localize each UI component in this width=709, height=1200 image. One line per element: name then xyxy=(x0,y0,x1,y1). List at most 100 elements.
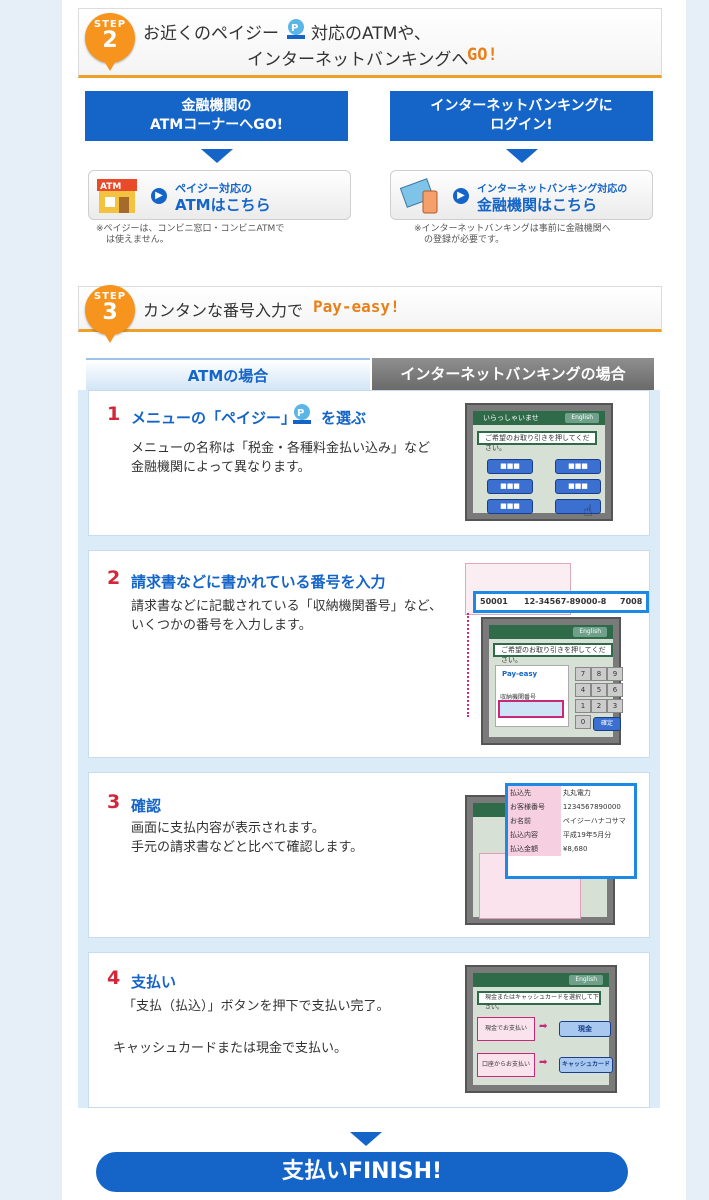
confirm-value: ペイジーハナコサマ xyxy=(562,817,626,825)
step-desc-line: 請求書などに記載されている「収納機関番号」など、 xyxy=(131,599,442,614)
confirm-value: 丸丸電力 xyxy=(562,789,591,797)
confirm-key: 払込内容 xyxy=(508,828,561,842)
step-title: 確認 xyxy=(131,797,162,815)
svg-text:P: P xyxy=(297,408,304,419)
step3-header: STEP 3 カンタンな番号入力で Pay-easy! xyxy=(78,285,662,343)
card-notch xyxy=(350,536,370,546)
screen-message: ご希望のお取り引きを押してください。 xyxy=(477,431,597,452)
payeasy-logo-icon: P xyxy=(291,403,313,425)
finish-banner: 支払いFINISH! xyxy=(96,1152,628,1192)
dotted-connector xyxy=(467,613,469,717)
step2-badge: STEP 2 xyxy=(85,13,135,71)
number-strip-b: 12-34567-89000-8 xyxy=(524,597,607,606)
keypad-key: 8 xyxy=(591,667,607,681)
ib-note-line1: ※インターネットバンキングは事前に金融機関へ xyxy=(414,224,611,234)
steps-panel: 1 メニューの「ペイジー」 P を選ぶ メニューの名称は「税金・各種料金払い込み… xyxy=(78,390,660,1108)
step-card-2: 2 請求書などに書かれている番号を入力 請求書などに記載されている「収納機関番号… xyxy=(88,550,650,758)
svg-text:P: P xyxy=(291,23,298,34)
confirm-key: 確定 xyxy=(593,717,621,731)
step-desc-line: メニューの名称は「税金・各種料金払い込み」など xyxy=(131,441,431,456)
card-notch xyxy=(350,938,370,948)
step-desc-line: いくつかの番号を入力します。 xyxy=(131,618,312,633)
menu-button: ■■■ xyxy=(487,499,533,514)
confirm-key: 払込先 xyxy=(508,786,561,800)
step3-title-highlight: Pay-easy! xyxy=(313,297,400,316)
number-strip-c: 7008 xyxy=(620,597,643,606)
atm-corner-box: 金融機関の ATMコーナーへGO! xyxy=(85,91,348,141)
ib-link-sub: インターネットバンキング対応の xyxy=(477,184,628,195)
step-desc-line: 手元の請求書などと比べて確認します。 xyxy=(131,840,364,855)
step-title: 支払い xyxy=(131,973,177,991)
step-desc-line: 「支払（払込）」ボタンを押下で支払い完了。 xyxy=(123,999,390,1014)
english-button: English xyxy=(573,627,607,637)
card-notch xyxy=(350,758,370,768)
ib-box-line2: ログイン! xyxy=(490,117,553,133)
atm-note: ※ペイジーは、コンビニ窓口・コンビニATMで は使えません。 xyxy=(96,224,284,246)
step-title: 請求書などに書かれている番号を入力 xyxy=(131,573,386,591)
arrow-right-icon: ➡ xyxy=(539,1057,548,1068)
menu-button: ■■■ xyxy=(487,459,533,474)
atm-screen-input: English ご希望のお取り引きを押してください。 Pay-easy 収納機関… xyxy=(481,617,623,745)
step-number: 3 xyxy=(107,791,121,813)
step2-header: STEP 2 お近くのペイジー P 対応のATMや、 インターネットバンキングへ… xyxy=(78,8,662,78)
keypad-key: 5 xyxy=(591,683,607,697)
arrow-circle-icon: ▶ xyxy=(453,188,469,204)
ib-link-main[interactable]: 金融機関はこちら xyxy=(477,194,597,215)
internet-banking-box: インターネットバンキングに ログイン! xyxy=(390,91,653,141)
screen-header: いらっしゃいませ xyxy=(483,414,539,422)
tab-internet-banking[interactable]: インターネットバンキングの場合 xyxy=(372,358,654,390)
page-content: STEP 2 お近くのペイジー P 対応のATMや、 インターネットバンキングへ… xyxy=(62,0,686,1200)
step-number: 1 xyxy=(107,403,121,425)
confirm-key: 払込金額 xyxy=(508,842,561,856)
step3-title: カンタンな番号入力で xyxy=(143,301,304,320)
atm-screen-pay: English 現金またはキャッシュカードを選択して下さい。 現金でお支払い ➡… xyxy=(465,965,617,1093)
keypad-key: 4 xyxy=(575,683,591,697)
atm-link-button[interactable]: ATM ▶ ペイジー対応の ATMはこちら xyxy=(88,170,351,220)
step3-badge: STEP 3 xyxy=(85,285,135,343)
step2-title-line1b: 対応のATMや、 xyxy=(311,24,431,44)
confirm-key: お客様番号 xyxy=(508,800,561,814)
step-desc-line: キャッシュカードまたは現金で支払い。 xyxy=(113,1041,348,1056)
step-desc: メニューの名称は「税金・各種料金払い込み」など 金融機関によって異なります。 xyxy=(131,439,430,477)
cash-button: 現金 xyxy=(559,1021,611,1037)
arrow-down-icon xyxy=(506,149,538,163)
input-form: Pay-easy 収納機関番号 xyxy=(495,665,569,727)
cash-card-button: キャッシュカード xyxy=(559,1057,613,1073)
laptop-phone-icon xyxy=(399,177,443,215)
step2-go: GO! xyxy=(467,45,498,65)
atm-machine-icon: ATM xyxy=(95,177,139,215)
confirm-value: 平成19年5月分 xyxy=(562,831,612,839)
payeasy-menu-button xyxy=(555,499,601,514)
confirm-value: 1234567890000 xyxy=(562,803,621,811)
keypad-key: 9 xyxy=(607,667,623,681)
atm-link-main[interactable]: ATMはこちら xyxy=(175,194,271,215)
english-button: English xyxy=(569,975,603,985)
ib-box-line1: インターネットバンキングに xyxy=(430,98,613,114)
number-strip-callout: 50001 12-34567-89000-8 7008 xyxy=(473,591,649,613)
step-title: メニューの「ペイジー」 xyxy=(131,409,297,427)
atm-screen-menu: いらっしゃいませ English ご希望のお取り引きを押してください。 ■■■ ■… xyxy=(465,403,613,521)
ib-link-button[interactable]: ▶ インターネットバンキング対応の 金融機関はこちら xyxy=(390,170,653,220)
tab-atm[interactable]: ATMの場合 xyxy=(86,358,370,392)
step-badge-number: 3 xyxy=(102,300,118,325)
step-badge-number: 2 xyxy=(102,28,118,53)
svg-text:ATM: ATM xyxy=(100,182,121,192)
atm-note-line1: ※ペイジーは、コンビニ窓口・コンビニATMで xyxy=(96,224,285,234)
confirm-table: 払込先 丸丸電力 お客様番号 1234567890000 お名前 ペイジーハナコサマ … xyxy=(508,786,634,856)
step-card-3: 3 確認 画面に支払内容が表示されます。 手元の請求書などと比べて確認します。 … xyxy=(88,772,650,938)
menu-button: ■■■ xyxy=(555,459,601,474)
confirm-key: お名前 xyxy=(508,814,561,828)
atm-box-line1: 金融機関の xyxy=(181,98,252,114)
atm-box-line2: ATMコーナーへGO! xyxy=(149,117,283,133)
menu-button: ■■■ xyxy=(487,479,533,494)
english-button: English xyxy=(565,413,599,423)
step-desc-line: 画面に支払内容が表示されます。 xyxy=(131,821,325,836)
confirm-details-callout: 払込先 丸丸電力 お客様番号 1234567890000 お名前 ペイジーハナコサマ … xyxy=(505,783,637,879)
step2-title-line2: インターネットバンキングへ xyxy=(247,50,469,70)
keypad-key: 1 xyxy=(575,699,591,713)
screen-message: 現金またはキャッシュカードを選択して下さい。 xyxy=(477,991,601,1011)
atm-note-line2: は使えません。 xyxy=(106,235,169,245)
payeasy-logo-text: Pay-easy xyxy=(502,670,538,678)
pay-option-label: 現金でお支払い xyxy=(477,1017,535,1041)
keypad-key: 2 xyxy=(591,699,607,713)
